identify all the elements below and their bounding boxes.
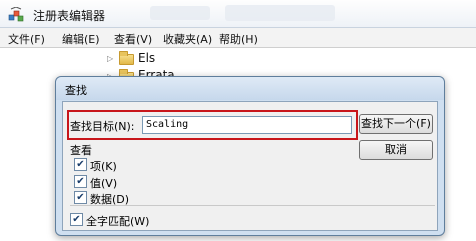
window-title: 注册表编辑器 bbox=[33, 9, 106, 23]
window-titlebar: 注册表编辑器 bbox=[0, 0, 476, 28]
expand-arrow-icon[interactable]: ▷ bbox=[107, 54, 113, 63]
option-whole-string-label: 全字匹配(W) bbox=[86, 215, 150, 228]
tree-item-label[interactable]: Els bbox=[138, 51, 155, 65]
divider bbox=[70, 205, 435, 206]
dialog-titlebar: 查找 bbox=[56, 77, 444, 100]
menu-file[interactable]: 文件(F) bbox=[8, 31, 45, 47]
option-keys-label: 项(K) bbox=[90, 160, 117, 173]
dialog-body: 查找目标(N): Scaling 查找下一个(F) 取消 查看 ✔ 项(K) ✔… bbox=[62, 101, 438, 231]
menu-favorites[interactable]: 收藏夹(A) bbox=[163, 31, 212, 47]
checkbox-data[interactable]: ✔ bbox=[74, 191, 87, 204]
checkbox-values[interactable]: ✔ bbox=[74, 175, 87, 188]
blurred-area bbox=[150, 6, 210, 20]
checkbox-whole-string[interactable]: ✔ bbox=[70, 213, 83, 226]
menu-edit[interactable]: 编辑(E) bbox=[62, 31, 100, 47]
menu-bar: 文件(F) 编辑(E) 查看(V) 收藏夹(A) 帮助(H) bbox=[0, 28, 476, 48]
menu-help[interactable]: 帮助(H) bbox=[219, 31, 258, 47]
cancel-button[interactable]: 取消 bbox=[359, 140, 433, 160]
dialog-title: 查找 bbox=[65, 84, 87, 97]
checkbox-keys[interactable]: ✔ bbox=[74, 158, 87, 171]
blurred-area bbox=[225, 5, 335, 21]
find-dialog: 查找 查找目标(N): Scaling 查找下一个(F) 取消 查看 ✔ 项(K… bbox=[55, 76, 445, 236]
registry-editor-icon bbox=[8, 7, 24, 22]
highlight-annotation bbox=[67, 110, 358, 140]
option-values-label: 值(V) bbox=[90, 177, 118, 190]
folder-icon bbox=[119, 51, 134, 65]
look-at-label: 查看 bbox=[70, 144, 92, 157]
find-next-button[interactable]: 查找下一个(F) bbox=[359, 114, 433, 134]
menu-view[interactable]: 查看(V) bbox=[114, 31, 152, 47]
